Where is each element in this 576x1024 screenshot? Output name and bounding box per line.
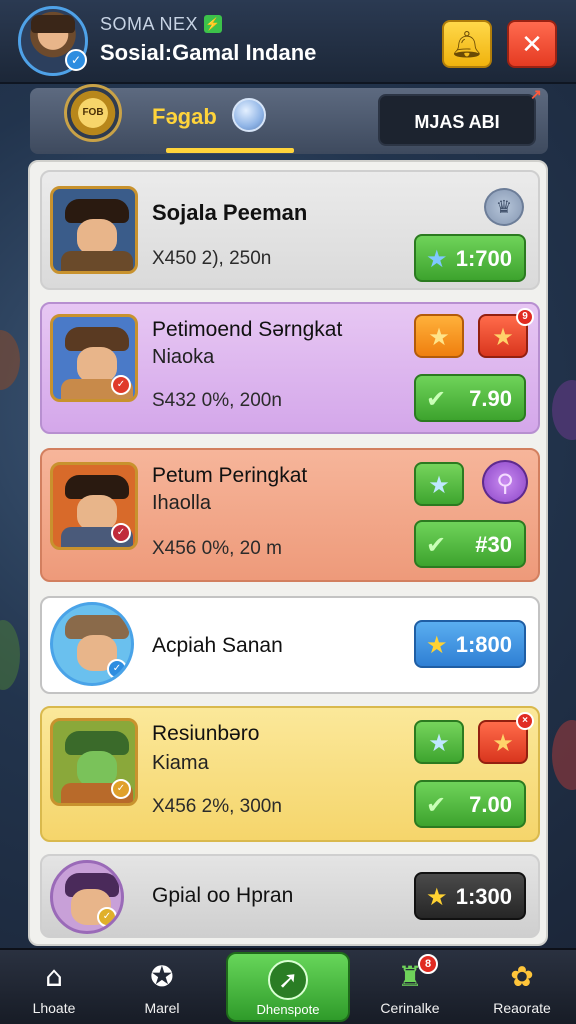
star-icon: ★	[428, 729, 450, 757]
star-icon: ★	[492, 729, 514, 757]
crown-icon[interactable]: ♛	[484, 188, 524, 226]
shield-icon: ✓	[111, 375, 131, 395]
favorite-button[interactable]: ★	[414, 314, 464, 358]
tab-secondary[interactable]: MJAS ABI	[378, 94, 536, 146]
verified-check-icon: ✓	[65, 49, 87, 71]
hat-icon	[31, 15, 75, 33]
favorite-button[interactable]: ★	[414, 720, 464, 764]
card-title: Petimoend Sərngkat	[152, 318, 343, 341]
notification-badge: 9	[516, 308, 534, 326]
top-bar: ✓ SOMA NEX ⚡ Sosial:Gamal Indane 🔔︎ ✕	[0, 0, 576, 84]
star-icon: ★	[428, 471, 450, 499]
price-button[interactable]: ★ 1:300	[414, 872, 526, 920]
close-icon: ✕	[521, 30, 543, 60]
search-button[interactable]: ⚲	[482, 460, 528, 504]
star-icon: ★	[426, 631, 448, 659]
target-icon: ➚	[268, 960, 308, 1000]
tab-active-underline	[166, 148, 294, 153]
list-item[interactable]: ✓ Petimoend Sərngkat Niaoka S432 0%, 200…	[40, 302, 540, 434]
header-subtitle: SOMA NEX ⚡	[100, 14, 223, 34]
shield-icon: ✓	[97, 907, 117, 927]
flower-icon: ✿	[510, 960, 534, 993]
gem-icon	[232, 98, 266, 132]
nav-item-active[interactable]: ➚ Dhenspote	[226, 952, 350, 1022]
shield-icon: ✓	[111, 779, 131, 799]
nav-item-badge[interactable]: ✪ Marel	[112, 950, 212, 1024]
price-button[interactable]: ✔ 7.90	[414, 374, 526, 422]
list-item[interactable]: ✓ Acpiah Sanan ★ 1:800	[40, 596, 540, 694]
card-title: Gpial oo Hpran	[152, 884, 294, 907]
card-title: Sojala Peeman	[152, 200, 308, 225]
list-item[interactable]: Sojala Peeman X450 2), 250n ♛ ★ 1:700	[40, 170, 540, 290]
star-icon: ★	[428, 323, 450, 351]
price-button[interactable]: ★ 1:700	[414, 234, 526, 282]
list-item[interactable]: ✓ Resiunbəro Kiama X456 2%, 300n ★ ★ × ✔…	[40, 706, 540, 842]
card-title: Resiunbəro	[152, 722, 260, 745]
character-portrait: ✓	[50, 314, 138, 402]
background-token	[0, 620, 20, 690]
price-button[interactable]: ✔ 7.00	[414, 780, 526, 828]
card-subtitle: Niaoka	[152, 346, 215, 368]
card-meta: X456 0%, 20 m	[152, 538, 282, 559]
arrow-check-icon: ✔	[426, 531, 447, 559]
card-meta: X450 2), 250n	[152, 248, 272, 269]
arrow-icon: ↗	[530, 86, 542, 102]
list-item[interactable]: ✓ Gpial oo Hpran ★ 1:300	[40, 854, 540, 938]
card-title: Acpiah Sanan	[152, 634, 283, 657]
bell-icon: 🔔︎	[450, 30, 484, 60]
bottom-navigation: ⌂ Lhoate ✪ Marel ➚ Dhenspote ♜ 8 Cerinal…	[0, 948, 576, 1024]
star-icon: ★	[492, 323, 514, 351]
player-avatar[interactable]: ✓	[18, 6, 88, 76]
card-subtitle: Ihaolla	[152, 492, 211, 514]
price-button[interactable]: ✔ #30	[414, 520, 526, 568]
favorite-button[interactable]: ★	[414, 462, 464, 506]
card-subtitle: Kiama	[152, 752, 209, 774]
magnifier-icon: ⚲	[496, 469, 514, 497]
nav-item-castle[interactable]: ♜ 8 Cerinalke	[360, 950, 460, 1024]
shield-icon: ✓	[111, 523, 131, 543]
character-portrait: ✓	[50, 718, 138, 806]
background-token	[552, 380, 576, 440]
list-item[interactable]: ✓ Petum Peringkat Ihaolla X456 0%, 20 m …	[40, 448, 540, 582]
price-button[interactable]: ★ 1:800	[414, 620, 526, 668]
tab-bar: FOB Fəgab MJAS ABI ↗	[30, 84, 548, 154]
arrow-check-icon: ✔	[426, 791, 447, 819]
nav-item-home[interactable]: ⌂ Lhoate	[4, 950, 104, 1024]
home-icon: ⌂	[45, 960, 63, 993]
character-portrait: ✓	[50, 860, 124, 934]
background-token	[0, 330, 20, 390]
character-portrait: ✓	[50, 462, 138, 550]
notification-button[interactable]: 🔔︎	[442, 20, 492, 68]
card-meta: X456 2%, 300n	[152, 796, 282, 817]
background-token	[552, 720, 576, 790]
character-portrait: ✓	[50, 602, 134, 686]
badge-icon: ✪	[150, 960, 174, 993]
arrow-check-icon: ✔	[426, 385, 447, 413]
star-icon: ★	[426, 245, 448, 273]
shield-icon: ✓	[107, 659, 127, 679]
notification-badge: ×	[516, 712, 534, 730]
star-icon: ★	[426, 883, 448, 911]
leaderboard-panel: Sojala Peeman X450 2), 250n ♛ ★ 1:700 ✓ …	[28, 160, 548, 946]
nav-item-flower[interactable]: ✿ Reaorate	[472, 950, 572, 1024]
tab-active[interactable]: Fəgab	[152, 104, 217, 130]
guild-emblem-icon[interactable]: FOB	[64, 84, 122, 142]
character-portrait	[50, 186, 138, 274]
card-title: Petum Peringkat	[152, 464, 308, 487]
close-button[interactable]: ✕	[507, 20, 557, 68]
header-title: Sosial:Gamal Indane	[100, 40, 317, 65]
notification-badge: 8	[418, 954, 438, 974]
bolt-icon: ⚡	[204, 15, 223, 33]
card-meta: S432 0%, 200n	[152, 390, 282, 411]
